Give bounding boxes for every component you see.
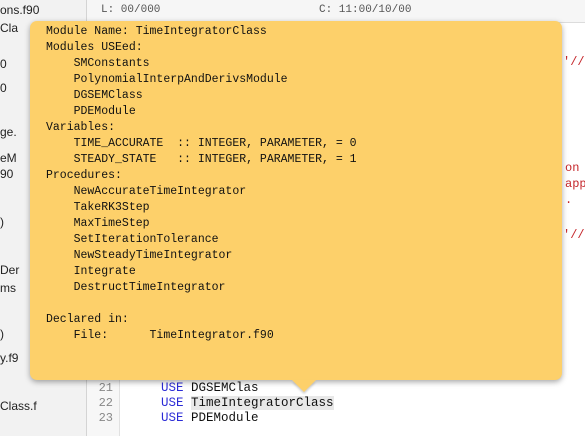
popover-entry: TIME_ACCURATE :: INTEGER, PARAMETER, = 0	[46, 137, 357, 150]
code-line[interactable]: USE TimeIntegratorClass	[161, 396, 334, 411]
code-fragment: .	[565, 193, 573, 207]
nav-item[interactable]: ons.f90	[0, 2, 86, 18]
line-number: 22	[98, 396, 113, 410]
code-fragment: on	[565, 161, 580, 175]
popover-section-heading: Modules USEed:	[46, 41, 143, 54]
popover-entry: NewAccurateTimeIntegrator	[46, 185, 247, 198]
quick-help-popover: Module Name: TimeIntegratorClass Modules…	[30, 21, 562, 380]
popover-entry: DGSEMClass	[46, 89, 143, 102]
popover-section-heading: Procedures:	[46, 169, 122, 182]
popover-entry: TakeRK3Step	[46, 201, 150, 214]
editor-jump-bar: L: 00/000 C: 11:00/10/00	[87, 0, 585, 23]
popover-entry: MaxTimeStep	[46, 217, 150, 230]
line-number: 21	[98, 381, 113, 395]
use-keyword: USE	[161, 411, 184, 425]
popover-entry: NewSteadyTimeIntegrator	[46, 249, 233, 262]
popover-module-name: Module Name: TimeIntegratorClass	[46, 25, 267, 38]
popover-section-heading: Declared in:	[46, 313, 129, 326]
popover-entry: PolynomialInterpAndDerivsModule	[46, 73, 288, 86]
popover-entry: PDEModule	[46, 105, 136, 118]
module-name: PDEModule	[191, 411, 259, 425]
code-fragment: '//.	[563, 55, 585, 69]
popover-entry: SetIterationTolerance	[46, 233, 219, 246]
jump-bar-right-text: C: 11:00/10/00	[319, 4, 412, 16]
popover-arrow	[292, 380, 316, 392]
module-name: DGSEMClas	[191, 381, 259, 395]
use-keyword: USE	[161, 396, 184, 410]
code-line[interactable]: USE PDEModule	[161, 411, 259, 426]
popover-entry: STEADY_STATE :: INTEGER, PARAMETER, = 1	[46, 153, 357, 166]
nav-item[interactable]: Class.f	[0, 398, 86, 414]
popover-declared-file: File: TimeIntegrator.f90	[46, 329, 274, 342]
code-fragment: '//.	[563, 228, 585, 242]
line-number: 23	[98, 411, 113, 425]
popover-section-heading: Variables:	[46, 121, 116, 134]
use-keyword: USE	[161, 381, 184, 395]
popover-entry: Integrate	[46, 265, 136, 278]
code-line[interactable]: USE DGSEMClas	[161, 381, 259, 396]
jump-bar-left-text: L: 00/000	[101, 4, 161, 16]
module-name-highlighted: TimeIntegratorClass	[191, 396, 334, 410]
code-fragment: app	[565, 177, 585, 191]
popover-entry: SMConstants	[46, 57, 150, 70]
popover-entry: DestructTimeIntegrator	[46, 281, 226, 294]
